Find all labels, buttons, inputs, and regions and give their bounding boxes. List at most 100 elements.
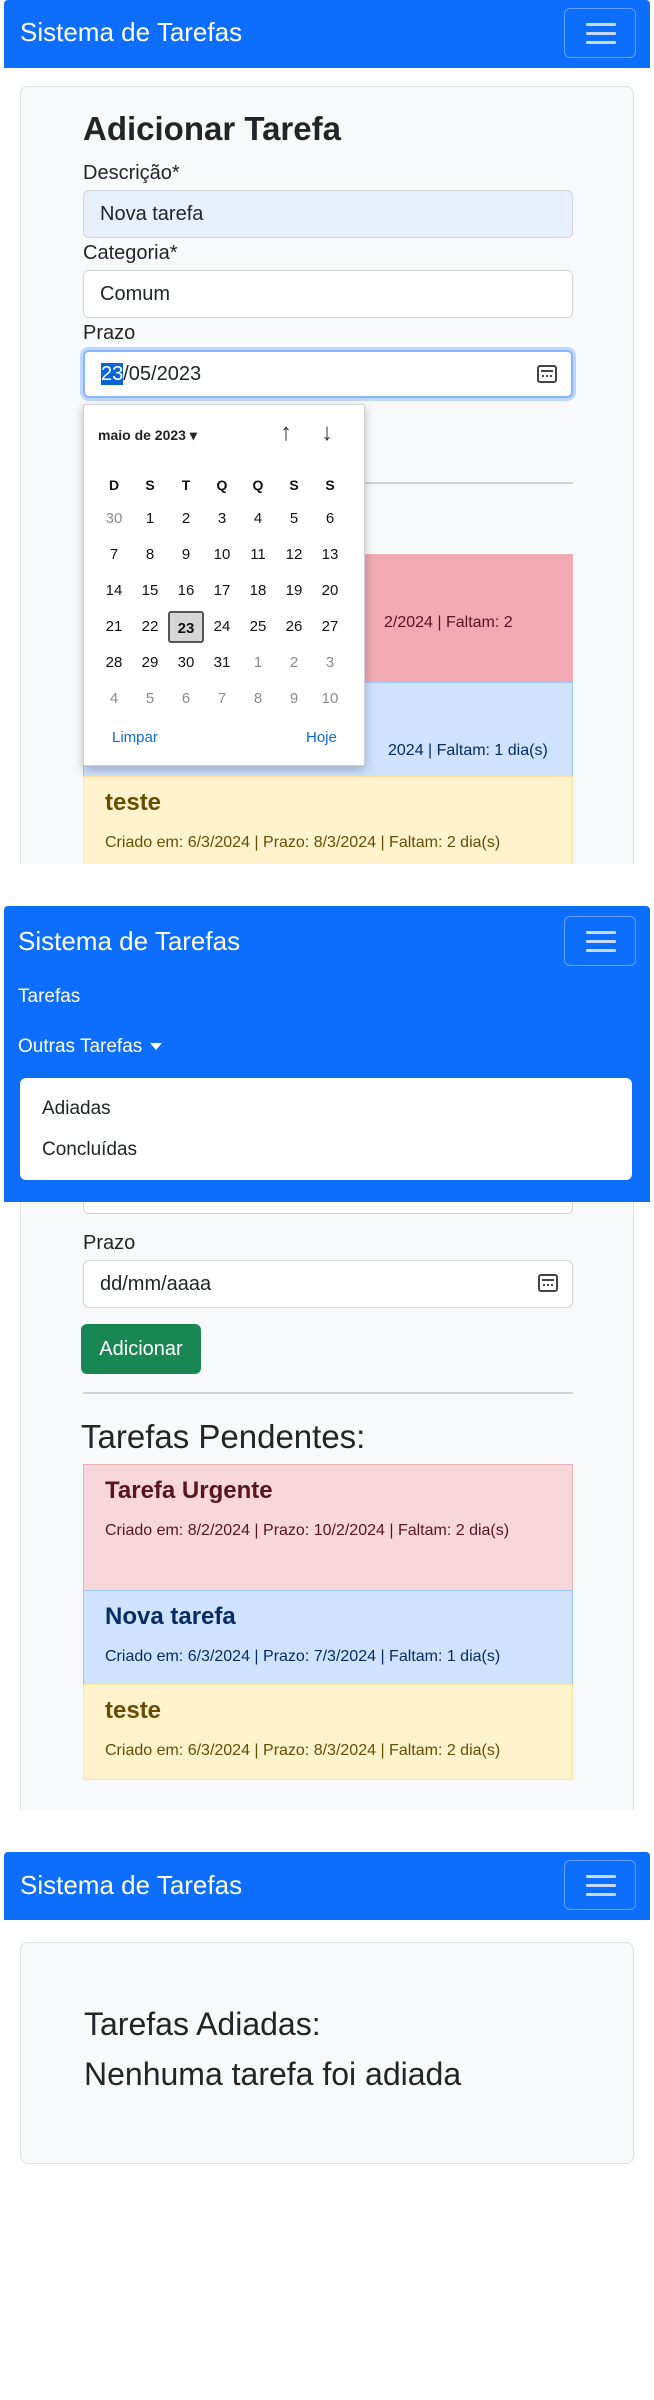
datepicker-popup: maio de 2023 ▾ ↑ ↓ D S T Q Q S S 30 1 2 3 4 5 6 7 8 9 10 1… bbox=[83, 404, 365, 766]
calendar-day[interactable]: 30 bbox=[96, 503, 132, 535]
page-title: Adicionar Tarefa bbox=[83, 110, 341, 147]
calendar-day[interactable]: 30 bbox=[168, 647, 204, 679]
brand[interactable]: Sistema de Tarefas bbox=[18, 926, 240, 957]
calendar-day[interactable]: 15 bbox=[132, 575, 168, 607]
task-card-teste[interactable]: teste Criado em: 6/3/2024 | Prazo: 8/3/2… bbox=[83, 1684, 573, 1780]
calendar-day[interactable]: 26 bbox=[276, 611, 312, 643]
calendar-icon[interactable] bbox=[537, 365, 557, 383]
hamburger-icon bbox=[586, 1875, 616, 1878]
calendar-day[interactable]: 20 bbox=[312, 575, 348, 607]
prazo-date-input[interactable]: dd/mm/aaaa bbox=[83, 1260, 573, 1308]
task-title: Nova tarefa bbox=[105, 1603, 236, 1630]
nav-dropdown-label: Outras Tarefas bbox=[18, 1036, 143, 1057]
calendar-day[interactable]: 19 bbox=[276, 575, 312, 607]
calendar-day[interactable]: 17 bbox=[204, 575, 240, 607]
prazo-placeholder: dd/mm/aaaa bbox=[100, 1273, 212, 1295]
screen-nav-dropdown: Comum Prazo dd/mm/aaaa Adicionar Tarefas… bbox=[0, 906, 654, 1810]
adiadas-empty-message: Nenhuma tarefa foi adiada bbox=[84, 2056, 462, 2092]
descricao-input[interactable]: Nova tarefa bbox=[83, 190, 573, 238]
calendar-day[interactable]: 28 bbox=[96, 647, 132, 679]
screen-add-task-datepicker: Sistema de Tarefas Adicionar Tarefa Desc… bbox=[0, 0, 654, 864]
calendar-day[interactable]: 31 bbox=[204, 647, 240, 679]
weekday-header: S bbox=[325, 477, 335, 493]
weekday-header: Q bbox=[252, 477, 264, 493]
task-card-teste: teste Criado em: 6/3/2024 | Prazo: 8/3/2… bbox=[83, 776, 573, 864]
calendar-day[interactable]: 29 bbox=[132, 647, 168, 679]
brand[interactable]: Sistema de Tarefas bbox=[20, 1870, 242, 1901]
prazo-day-segment[interactable]: 23 bbox=[101, 363, 124, 385]
adiadas-title: Tarefas Adiadas: bbox=[84, 2006, 321, 2042]
hamburger-icon-bar bbox=[586, 32, 616, 35]
prev-month-arrow-icon[interactable]: ↑ bbox=[280, 419, 292, 447]
calendar-day[interactable]: 24 bbox=[204, 611, 240, 643]
weekday-header: T bbox=[181, 477, 191, 493]
calendar-day[interactable]: 12 bbox=[276, 539, 312, 571]
calendar-day[interactable]: 11 bbox=[240, 539, 276, 571]
brand[interactable]: Sistema de Tarefas bbox=[20, 17, 242, 48]
calendar-day[interactable]: 1 bbox=[132, 503, 168, 535]
divider bbox=[83, 1392, 573, 1394]
task-card-nova[interactable]: Nova tarefa Criado em: 6/3/2024 | Prazo:… bbox=[83, 1590, 573, 1686]
calendar-icon[interactable] bbox=[538, 1274, 558, 1292]
calendar-day[interactable]: 21 bbox=[96, 611, 132, 643]
calendar-day[interactable]: 9 bbox=[168, 539, 204, 571]
prazo-rest-segment[interactable]: /05/2023 bbox=[123, 363, 201, 385]
hamburger-icon-bar bbox=[586, 940, 616, 943]
hamburger-icon bbox=[586, 23, 616, 26]
calendar-day[interactable]: 3 bbox=[204, 503, 240, 535]
calendar-day[interactable]: 25 bbox=[240, 611, 276, 643]
navbar-toggler-button[interactable] bbox=[564, 1860, 636, 1910]
prazo-date-input[interactable]: 23/05/2023 bbox=[83, 350, 573, 398]
calendar-day[interactable]: 4 bbox=[240, 503, 276, 535]
pending-title: Tarefas Pendentes: bbox=[81, 1418, 366, 1455]
nav-link-tarefas[interactable]: Tarefas bbox=[18, 986, 80, 1008]
descricao-label: Descrição* bbox=[83, 162, 180, 184]
task-title: teste bbox=[105, 1697, 162, 1724]
hamburger-icon-bar bbox=[586, 1893, 616, 1896]
add-button[interactable]: Adicionar bbox=[81, 1324, 201, 1374]
calendar-day[interactable]: 16 bbox=[168, 575, 204, 607]
calendar-day[interactable]: 6 bbox=[312, 503, 348, 535]
calendar-day[interactable]: 13 bbox=[312, 539, 348, 571]
weekday-header: Q bbox=[216, 477, 228, 493]
calendar-day[interactable]: 1 bbox=[240, 647, 276, 679]
calendar-day[interactable]: 18 bbox=[240, 575, 276, 607]
calendar-day[interactable]: 6 bbox=[168, 683, 204, 715]
calendar-day[interactable]: 4 bbox=[96, 683, 132, 715]
calendar-day[interactable]: 8 bbox=[240, 683, 276, 715]
datepicker-month-select[interactable]: maio de 2023 ▾ bbox=[98, 427, 197, 444]
next-month-arrow-icon[interactable]: ↓ bbox=[321, 419, 333, 447]
calendar-day[interactable]: 7 bbox=[204, 683, 240, 715]
weekday-header: S bbox=[289, 477, 299, 493]
hamburger-icon-bar bbox=[586, 1884, 616, 1887]
datepicker-today-button[interactable]: Hoje bbox=[306, 729, 337, 746]
calendar-day[interactable]: 3 bbox=[312, 647, 348, 679]
calendar-day[interactable]: 9 bbox=[276, 683, 312, 715]
calendar-day[interactable]: 10 bbox=[204, 539, 240, 571]
nav-dropdown-outras-tarefas[interactable]: Outras Tarefas bbox=[18, 1036, 163, 1058]
calendar-day[interactable]: 27 bbox=[312, 611, 348, 643]
dropdown-item-concluidas[interactable]: Concluídas bbox=[42, 1139, 137, 1161]
dropdown-item-adiadas[interactable]: Adiadas bbox=[42, 1098, 111, 1120]
task-card-urgent[interactable]: Tarefa Urgente Criado em: 8/2/2024 | Pra… bbox=[83, 1464, 573, 1592]
calendar-day-selected[interactable]: 23 bbox=[168, 611, 204, 643]
task-meta: Criado em: 8/2/2024 | Prazo: 10/2/2024 |… bbox=[105, 1522, 510, 1539]
datepicker-clear-button[interactable]: Limpar bbox=[112, 729, 158, 746]
categoria-input[interactable]: Comum bbox=[83, 270, 573, 318]
calendar-day[interactable]: 7 bbox=[96, 539, 132, 571]
calendar-day[interactable]: 8 bbox=[132, 539, 168, 571]
calendar-day[interactable]: 14 bbox=[96, 575, 132, 607]
calendar-day[interactable]: 2 bbox=[276, 647, 312, 679]
caret-down-icon bbox=[150, 1043, 163, 1051]
calendar-day[interactable]: 5 bbox=[276, 503, 312, 535]
calendar-day[interactable]: 22 bbox=[132, 611, 168, 643]
categoria-label: Categoria* bbox=[83, 242, 178, 264]
navbar-toggler-button[interactable] bbox=[564, 916, 636, 966]
calendar-day[interactable]: 5 bbox=[132, 683, 168, 715]
dropdown-menu: Adiadas Concluídas bbox=[20, 1078, 632, 1180]
hamburger-icon bbox=[586, 931, 616, 934]
task-title: teste bbox=[105, 789, 162, 816]
calendar-day[interactable]: 2 bbox=[168, 503, 204, 535]
calendar-day[interactable]: 10 bbox=[312, 683, 348, 715]
navbar-toggler-button[interactable] bbox=[564, 8, 636, 58]
